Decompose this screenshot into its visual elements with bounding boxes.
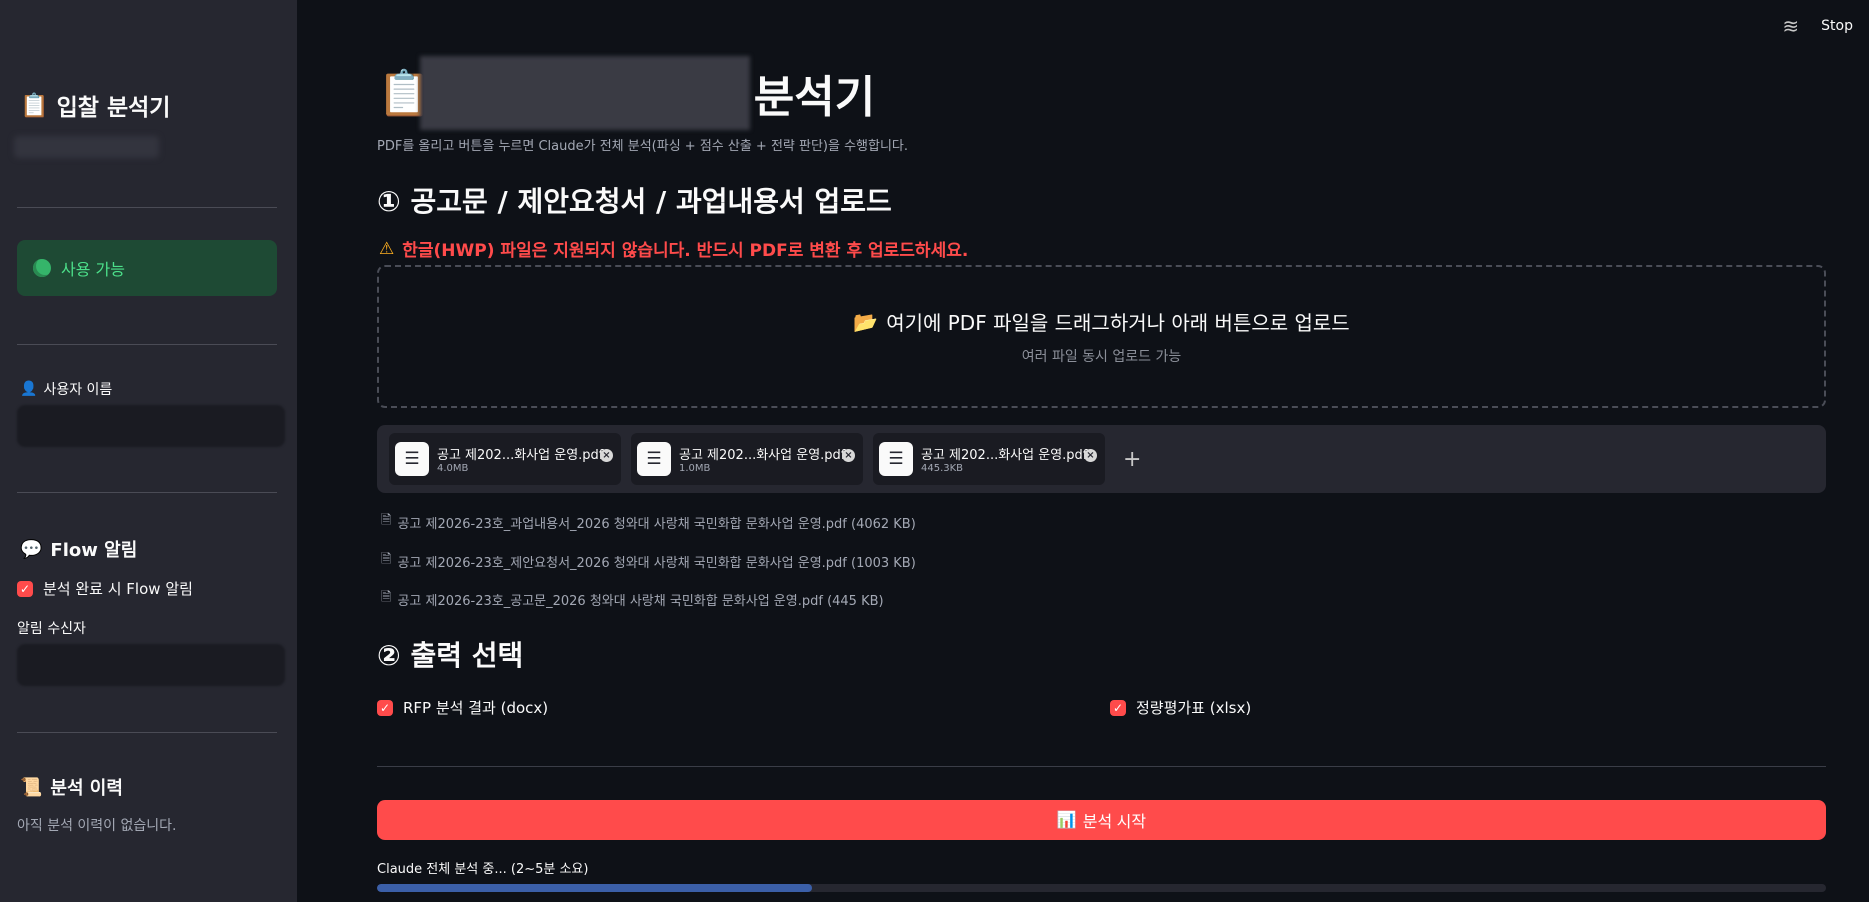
divider <box>17 492 277 493</box>
remove-file-icon[interactable]: × <box>600 449 613 462</box>
dropzone-subtitle: 여러 파일 동시 업로드 가능 <box>1021 349 1182 365</box>
document-icon: ☰ <box>395 442 429 476</box>
progress-fill <box>377 884 812 892</box>
user-icon: 👤 <box>20 381 38 397</box>
remove-file-icon[interactable]: × <box>842 449 855 462</box>
file-chip[interactable]: ☰ 공고 제202...화사업 운영.pdf 445.3KB × <box>873 433 1105 485</box>
file-chip[interactable]: ☰ 공고 제202...화사업 운영.pdf 1.0MB × <box>631 433 863 485</box>
hwp-warning: ⚠ 한글(HWP) 파일은 지원되지 않습니다. 반드시 PDF로 변환 후 업… <box>379 238 969 262</box>
status-badge: 사용 가능 <box>17 240 277 296</box>
divider <box>17 732 277 733</box>
swimming-icon: ≋ <box>1782 14 1800 38</box>
add-file-button[interactable]: + <box>1123 447 1141 472</box>
user-name-label: 👤 사용자 이름 <box>20 381 113 398</box>
divider <box>17 344 277 345</box>
main-content: ≋ Stop 📋 분석기 PDF를 올리고 버튼을 누르면 Claude가 전체… <box>297 0 1869 902</box>
folder-icon: 📂 <box>853 309 879 334</box>
progress-label: Claude 전체 분석 중... (2~5분 소요) <box>377 862 589 877</box>
checkbox-checked-icon[interactable]: ✓ <box>377 699 393 716</box>
option-rfp-checkbox[interactable]: ✓ RFP 분석 결과 (docx) <box>377 697 548 718</box>
dropzone-title: 📂 여기에 PDF 파일을 드래그하거나 아래 버튼으로 업로드 <box>853 309 1350 336</box>
option-quant-checkbox[interactable]: ✓ 정량평가표 (xlsx) <box>1110 697 1251 718</box>
section-output-title: ② 출력 선택 <box>377 639 524 672</box>
scroll-icon: 📜 <box>20 776 43 798</box>
document-icon: ☰ <box>879 442 913 476</box>
file-icon: 🗎 <box>381 552 392 567</box>
file-dropzone[interactable]: 📂 여기에 PDF 파일을 드래그하거나 아래 버튼으로 업로드 여러 파일 동… <box>377 265 1826 408</box>
divider <box>377 766 1826 767</box>
flow-notify-checkbox[interactable]: ✓ 분석 완료 시 Flow 알림 <box>17 578 193 599</box>
history-empty-text: 아직 분석 이력이 없습니다. <box>17 818 177 834</box>
status-widget: ≋ Stop <box>1782 14 1853 38</box>
sidebar-title: 📋 입찰 분석기 <box>20 92 171 122</box>
progress-bar <box>377 884 1826 892</box>
file-icon: 🗎 <box>381 513 392 528</box>
page-title: 📋 분석기 <box>377 56 875 130</box>
bar-chart-icon: 📊 <box>1056 812 1077 829</box>
checkbox-checked-icon[interactable]: ✓ <box>17 580 33 597</box>
recipient-input[interactable] <box>17 644 285 686</box>
history-heading: 📜 분석 이력 <box>20 776 123 800</box>
start-analysis-button[interactable]: 📊 분석 시작 <box>377 800 1826 840</box>
divider <box>17 207 277 208</box>
checkbox-checked-icon[interactable]: ✓ <box>1110 699 1126 716</box>
clipboard-icon: 📋 <box>20 92 49 119</box>
remove-file-icon[interactable]: × <box>1084 449 1097 462</box>
user-name-input[interactable] <box>17 405 285 447</box>
page-subtitle: PDF를 올리고 버튼을 누르면 Claude가 전체 분석(파싱 + 점수 산… <box>377 139 909 154</box>
recipient-label: 알림 수신자 <box>17 621 86 637</box>
warning-icon: ⚠ <box>379 238 395 259</box>
uploaded-files-bar: ☰ 공고 제202...화사업 운영.pdf 4.0MB × ☰ 공고 제202… <box>377 425 1826 493</box>
stop-button[interactable]: Stop <box>1821 18 1853 34</box>
file-chip[interactable]: ☰ 공고 제202...화사업 운영.pdf 4.0MB × <box>389 433 621 485</box>
file-list-item: 🗎 공고 제2026-23호_과업내용서_2026 청와대 사랑채 국민화합 문… <box>381 513 916 532</box>
file-list-item: 🗎 공고 제2026-23호_공고문_2026 청와대 사랑채 국민화합 문화사… <box>381 590 884 609</box>
redacted-text <box>14 136 159 158</box>
green-circle-icon <box>33 259 51 277</box>
section-upload-title: ① 공고문 / 제안요청서 / 과업내용서 업로드 <box>377 185 892 218</box>
document-icon: ☰ <box>637 442 671 476</box>
file-icon: 🗎 <box>381 590 392 605</box>
redacted-title <box>419 56 750 130</box>
file-list-item: 🗎 공고 제2026-23호_제안요청서_2026 청와대 사랑채 국민화합 문… <box>381 552 916 571</box>
flow-heading: 💬 Flow 알림 <box>20 538 138 562</box>
sidebar: 📋 입찰 분석기 사용 가능 👤 사용자 이름 💬 Flow 알림 ✓ 분석 완… <box>0 0 297 902</box>
speech-bubble-icon: 💬 <box>20 538 43 560</box>
